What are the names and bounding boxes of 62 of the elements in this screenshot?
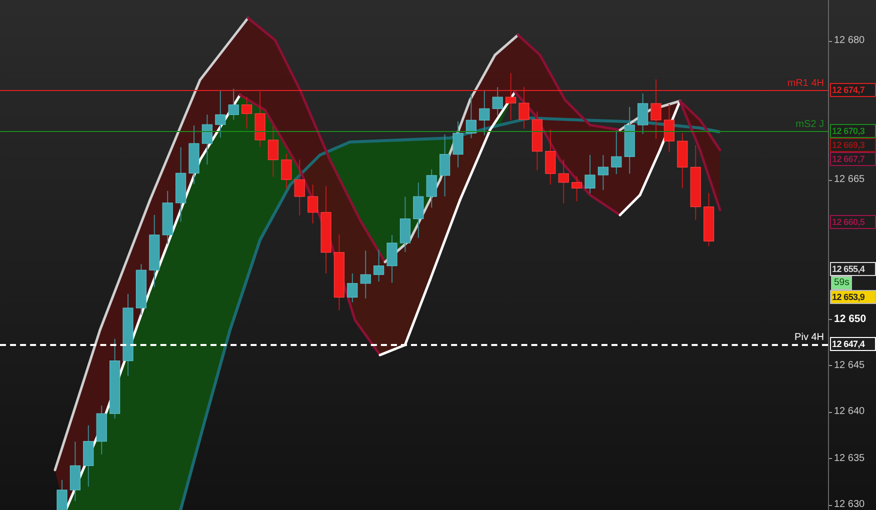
candlestick [518, 86, 530, 130]
price-tag: 12 670,3 [830, 124, 876, 138]
candlestick [347, 272, 358, 303]
candlestick [506, 72, 516, 121]
candlestick [162, 190, 173, 244]
price-tag: 12 674,7 [830, 83, 876, 98]
price-tag: 12 647,4 [830, 336, 876, 351]
axis-tick-label: 12 630 [834, 499, 865, 510]
level-label: mR1 4H [787, 78, 824, 90]
current-price-tag: 12 653,9 [830, 290, 876, 304]
candlestick [638, 93, 648, 134]
price-tag: 12 669,3 [830, 138, 876, 152]
axis-tick-label: 12 640 [834, 406, 865, 418]
candlestick [545, 128, 556, 186]
candlestick [440, 134, 450, 197]
candlestick [268, 126, 278, 178]
price-tag: 12 667,7 [830, 152, 876, 166]
candlestick [254, 91, 266, 148]
candlestick [598, 154, 608, 190]
candlestick [677, 132, 688, 189]
candlestick [584, 154, 596, 194]
candlestick [83, 424, 94, 488]
candlestick [308, 184, 318, 224]
candlestick [624, 106, 635, 174]
candlestick [611, 130, 622, 175]
axis-tick-label: 12 650 [834, 313, 866, 326]
candlestick [202, 114, 212, 165]
candlestick [70, 441, 80, 502]
candlestick [400, 196, 410, 252]
candlestick [228, 88, 239, 120]
candlestick [479, 90, 490, 136]
candlestick [188, 125, 200, 185]
candlestick [664, 104, 674, 153]
axis-tick-label: 12 665 [834, 174, 865, 186]
candlestick [281, 153, 292, 190]
price-tag: 12 660,5 [830, 214, 876, 229]
axis-tick-label: 12 635 [834, 452, 865, 465]
price-tag: 12 655,4 [830, 262, 876, 276]
candlestick [426, 168, 437, 208]
candlestick [532, 111, 542, 171]
candlestick [294, 159, 305, 216]
axis-tick-label: 12 645 [834, 360, 865, 372]
candlestick [558, 159, 569, 204]
candlestick [704, 192, 714, 247]
candlestick [452, 120, 464, 168]
candlestick [96, 405, 107, 455]
axis-tick-label: 12 680 [834, 35, 865, 47]
candlestick [572, 176, 582, 202]
candlestick [215, 90, 226, 138]
candlestick [650, 79, 662, 140]
countdown-badge: 59s [831, 276, 852, 290]
candlestick [466, 94, 476, 139]
candlestick [242, 96, 252, 130]
candlestick [413, 182, 424, 238]
level-label: mS2 J [796, 119, 824, 130]
candlestick [492, 86, 503, 116]
candlestick [374, 249, 384, 282]
candlestick [360, 250, 371, 299]
level-label: Piv 4H [794, 332, 824, 343]
candlestick [56, 480, 68, 510]
candlestick [136, 264, 146, 316]
candlestick [386, 234, 398, 284]
